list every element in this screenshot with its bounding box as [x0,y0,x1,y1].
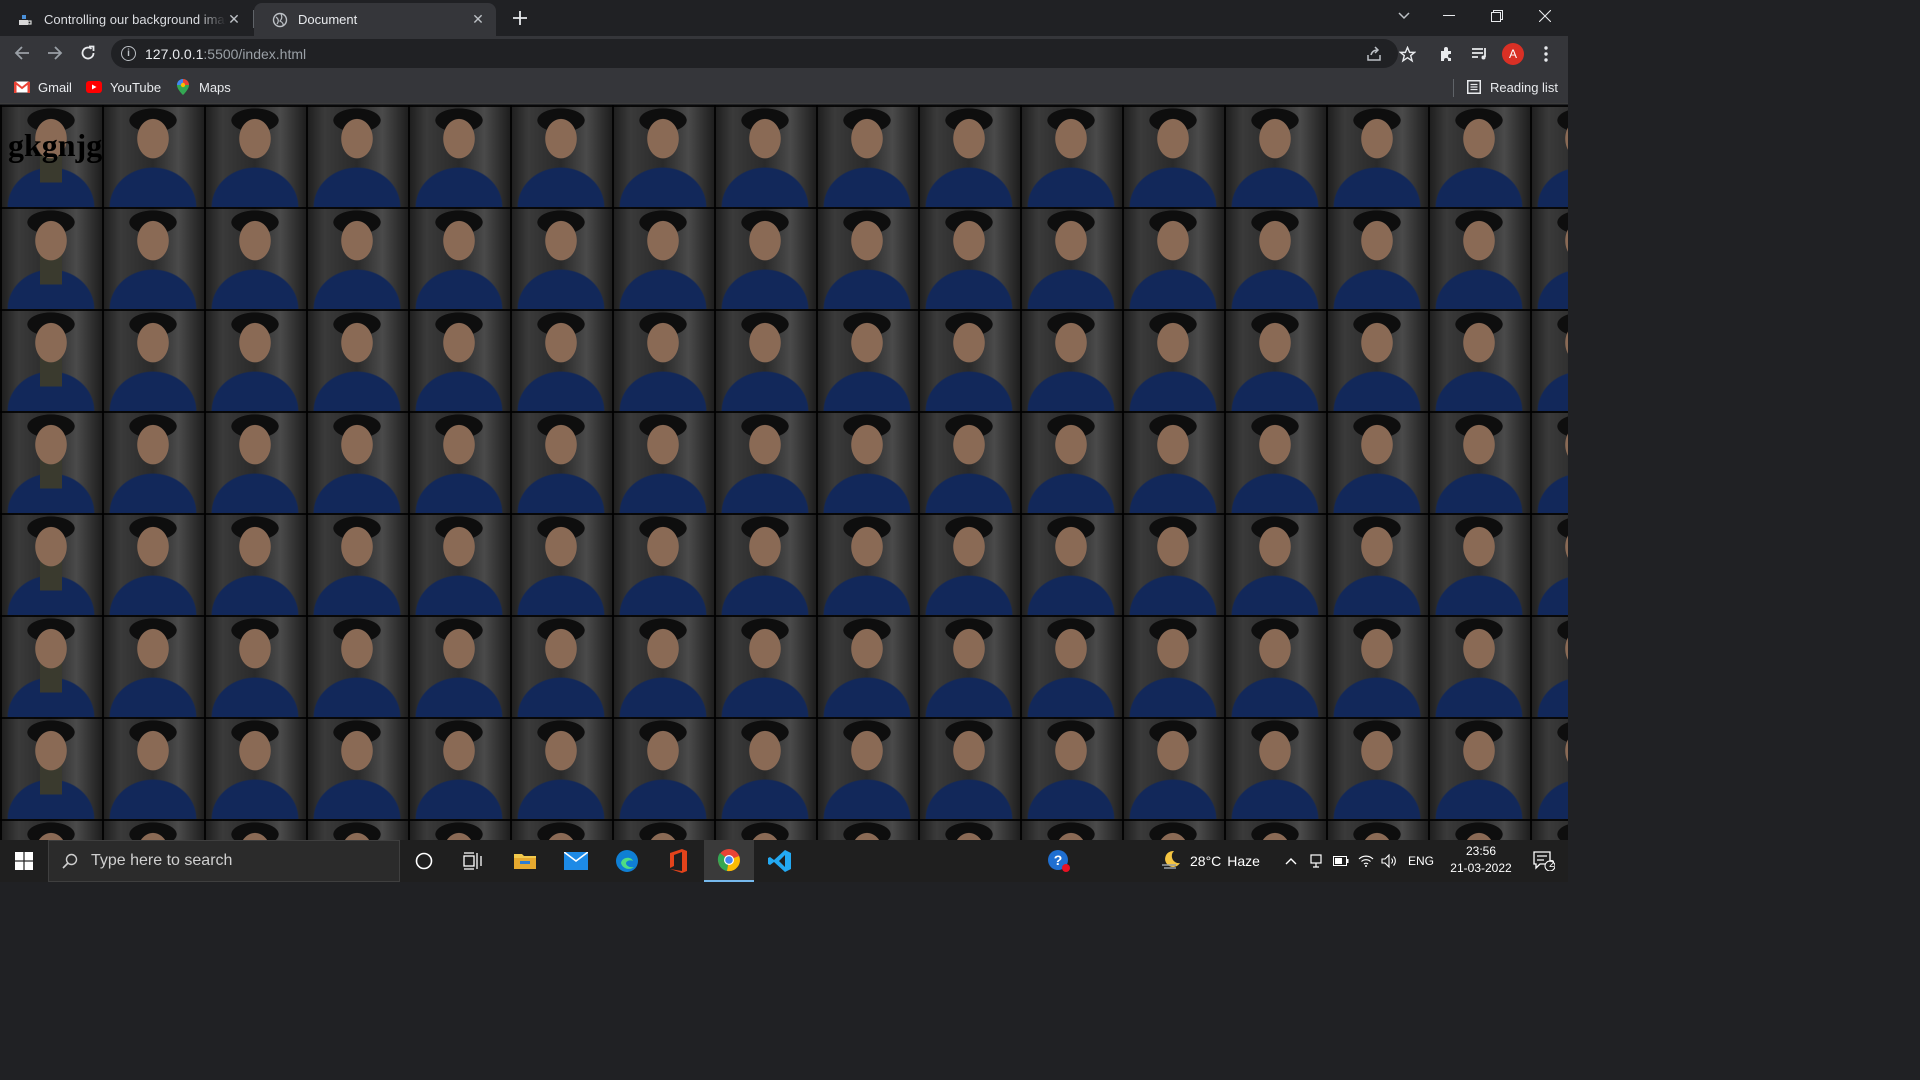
bookmark-label: YouTube [110,79,162,95]
site-info-icon[interactable]: i [121,46,136,61]
weather-temp: 28°C [1190,853,1222,869]
youtube-icon [86,79,102,95]
url-text: 127.0.0.1:5500/index.html [145,46,307,62]
vscode-app[interactable] [755,840,805,882]
menu-kebab-icon[interactable] [1532,40,1560,68]
office-app[interactable] [653,840,703,882]
reading-list-button[interactable]: Reading list [1466,78,1558,96]
gmail-icon [14,79,30,95]
search-icon [49,853,91,869]
address-bar[interactable]: i 127.0.0.1:5500/index.html [111,39,1398,68]
volume-icon[interactable] [1378,840,1400,882]
edge-browser-app[interactable] [602,840,652,882]
profile-avatar[interactable]: A [1502,43,1524,65]
extensions-icon[interactable] [1433,40,1461,68]
svg-text:?: ? [1054,852,1063,868]
weather-widget[interactable]: 28°C Haze [1160,840,1278,882]
browser-toolbar: i 127.0.0.1:5500/index.html A [0,36,1568,71]
restore-button[interactable] [1474,0,1520,32]
language-indicator[interactable]: ENG [1404,840,1438,882]
file-explorer-app[interactable] [500,840,550,882]
media-control-icon[interactable] [1466,40,1494,68]
tab-title: Controlling our background image [44,12,226,27]
tab-strip: Controlling our background image ✕ Docum… [0,0,1568,36]
wifi-icon[interactable] [1355,840,1377,882]
help-app-icon[interactable]: ? [1042,840,1076,882]
close-tab-icon[interactable]: ✕ [226,11,242,28]
bookmark-gmail[interactable]: Gmail [14,78,72,96]
reading-list-icon [1466,79,1482,95]
page-heading-text: gkgnjg [8,127,103,163]
new-tab-button[interactable] [506,6,534,30]
maps-icon [175,79,191,95]
clock-time: 23:56 [1465,844,1497,858]
back-button[interactable] [8,39,36,67]
windows-taskbar: Type here to search ? 28°C Haze ENG 23:5… [0,840,1568,882]
bookmark-label: Maps [199,79,231,95]
bookmarks-bar: Gmail YouTube Maps Reading list [0,71,1568,104]
chrome-app[interactable] [704,840,754,882]
task-view-button[interactable] [449,840,497,882]
forward-button[interactable] [41,39,69,67]
weather-condition: Haze [1227,853,1260,869]
bookmark-label: Gmail [38,79,72,95]
minimize-button[interactable] [1426,0,1472,32]
share-icon[interactable] [1365,45,1383,63]
close-window-button[interactable] [1522,0,1568,32]
start-button[interactable] [0,840,48,882]
tab-search-icon[interactable] [1392,6,1416,26]
tab-title: Document [298,12,358,27]
bookmark-maps[interactable]: Maps [175,78,231,96]
search-placeholder: Type here to search [91,852,233,869]
cortana-button[interactable] [400,840,448,882]
moon-haze-icon [1160,849,1182,874]
mail-app[interactable] [551,840,601,882]
cup-favicon-icon [18,12,34,28]
notification-center-button[interactable]: 2 [1522,840,1566,882]
reload-button[interactable] [74,39,102,67]
page-viewport: gkgnjg [0,105,1568,840]
battery-icon[interactable] [1330,840,1352,882]
globe-icon [272,12,288,28]
notification-count: 2 [1549,859,1555,870]
meet-now-icon[interactable] [1305,840,1327,882]
chevron-up-icon[interactable] [1280,840,1302,882]
bookmark-star-icon[interactable] [1393,40,1421,68]
tab-document[interactable]: Document ✕ [254,3,496,36]
taskbar-search-input[interactable]: Type here to search [48,840,400,882]
bookmark-youtube[interactable]: YouTube [86,78,161,96]
bookmarks-divider [1453,79,1454,97]
reading-list-label: Reading list [1490,79,1558,95]
close-tab-icon[interactable]: ✕ [470,11,486,28]
system-clock[interactable]: 23:56 21-03-2022 [1440,843,1522,877]
tab-controlling-background[interactable]: Controlling our background image ✕ [0,3,252,36]
clock-date: 21-03-2022 [1450,861,1512,875]
